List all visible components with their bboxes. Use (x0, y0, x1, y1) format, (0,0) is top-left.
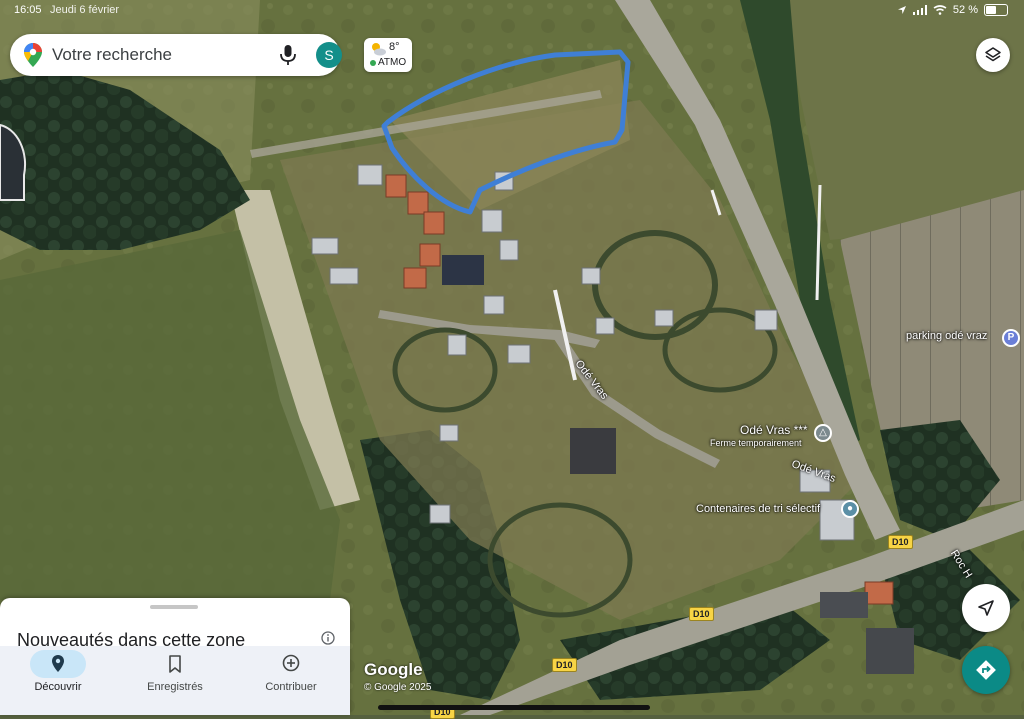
road-shield-d10: D10 (888, 535, 913, 549)
campsite-status-label: Ferme temporairement (710, 438, 802, 448)
status-indicators: 52 % (897, 4, 1008, 16)
layers-icon (985, 47, 1001, 62)
parking-pin-icon[interactable]: P (1002, 329, 1020, 347)
status-date: Jeudi 6 février (50, 4, 120, 16)
air-quality-label: ATMO (378, 57, 407, 68)
nav-item-saved[interactable]: Enregistrés (117, 646, 233, 715)
directions-icon (976, 660, 996, 680)
weather-temperature: 8° (389, 41, 400, 53)
account-avatar[interactable]: S (316, 42, 342, 68)
battery-percent: 52 % (952, 4, 978, 16)
copyright-text: © Google 2025 (364, 682, 432, 693)
sheet-drag-handle[interactable] (150, 605, 198, 609)
recycling-label[interactable]: Contenaires de tri sélectif (696, 503, 820, 515)
nav-label-saved: Enregistrés (147, 681, 203, 693)
status-bar: 16:05 Jeudi 6 février 52 % (0, 0, 1024, 22)
info-icon[interactable] (321, 631, 335, 645)
cellular-signal-icon (912, 5, 927, 15)
navigation-arrow-icon (978, 600, 994, 616)
battery-icon (984, 4, 1008, 16)
status-time: 16:05 (14, 4, 42, 16)
road-shield-d10: D10 (552, 658, 577, 672)
home-indicator[interactable] (378, 705, 650, 710)
add-circle-icon (282, 654, 300, 672)
location-services-icon (897, 6, 906, 14)
directions-button[interactable] (962, 646, 1010, 694)
road-shield-d10: D10 (689, 607, 714, 621)
camping-pin-icon[interactable]: △ (814, 424, 832, 442)
search-input[interactable]: Votre recherche (52, 45, 172, 65)
campsite-name-label[interactable]: Odé Vras *** (740, 423, 808, 437)
bookmark-icon (169, 655, 181, 673)
nav-item-contribute[interactable]: Contribuer (233, 646, 349, 715)
mic-icon[interactable] (278, 44, 298, 66)
parking-label[interactable]: parking odé vraz (906, 330, 987, 342)
battery-level (986, 6, 997, 14)
nav-label-discover: Découvrir (34, 681, 82, 693)
google-maps-pin-icon (24, 43, 42, 67)
location-pin-icon (52, 655, 64, 672)
partly-cloudy-icon (372, 43, 386, 56)
weather-chip[interactable]: 8° ATMO (364, 38, 412, 72)
google-logo: Google (364, 660, 423, 679)
nav-label-contribute: Contribuer (265, 681, 317, 693)
search-bar[interactable]: Votre recherche S (10, 34, 342, 76)
locate-button[interactable] (962, 584, 1010, 632)
wifi-icon (933, 5, 947, 15)
layers-button[interactable] (976, 38, 1010, 72)
air-quality-dot (370, 60, 376, 66)
bottom-navigation: Découvrir Enregistrés Contribuer (0, 646, 350, 715)
nav-item-discover[interactable]: Découvrir (0, 646, 116, 715)
recycling-pin-icon[interactable]: ● (841, 500, 859, 518)
